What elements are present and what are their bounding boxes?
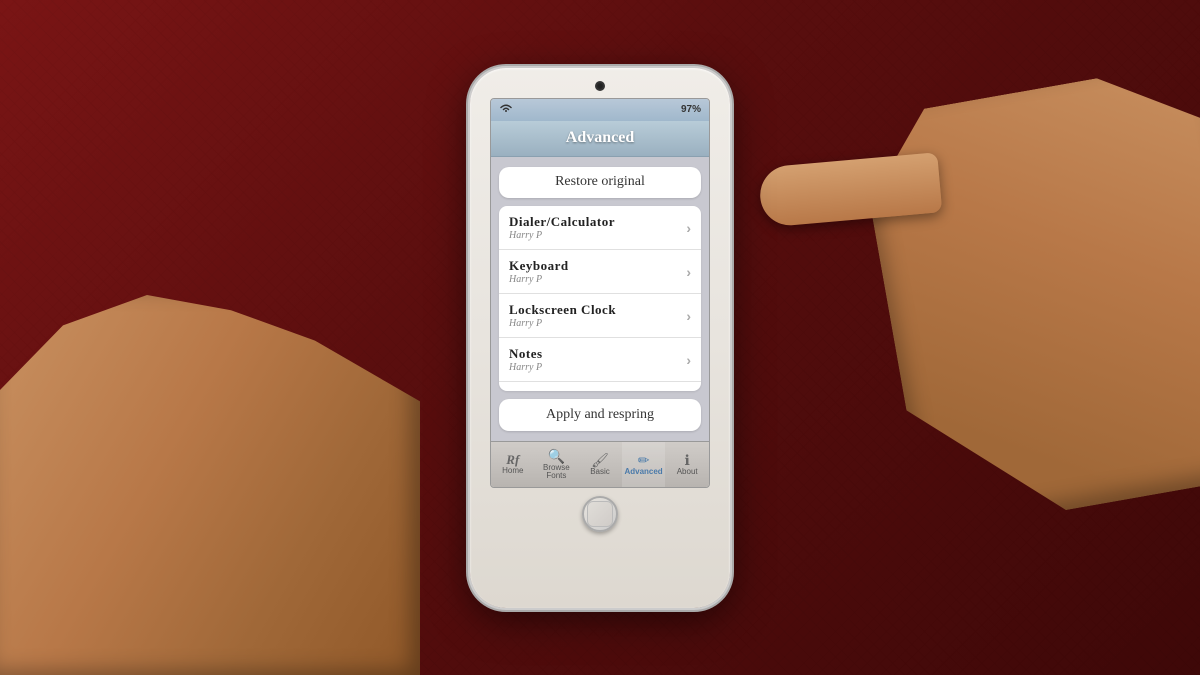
chevron-icon-notes: ›	[686, 352, 691, 368]
home-button[interactable]	[582, 496, 618, 532]
tab-advanced-label: Advanced	[624, 468, 662, 476]
tab-basic-label: Basic	[590, 468, 610, 476]
tab-advanced[interactable]: ✏ Advanced	[622, 442, 666, 487]
list-item-lockscreen-title: Lockscreen Clock	[509, 302, 616, 318]
list-item-lockscreen-content: Lockscreen Clock Harry P	[509, 302, 616, 329]
list-item-dialer[interactable]: Dialer/Calculator Harry P ›	[499, 206, 701, 250]
restore-button-label: Restore original	[555, 174, 645, 190]
list-item-notes[interactable]: Notes Harry P ›	[499, 338, 701, 382]
home-button-inner	[587, 501, 613, 527]
chevron-icon-lockscreen: ›	[686, 308, 691, 324]
list-item-system[interactable]: System Harry P ›	[499, 382, 701, 390]
font-list: Dialer/Calculator Harry P › Keyboard Har…	[499, 206, 701, 390]
chevron-icon-keyboard: ›	[686, 264, 691, 280]
chevron-icon-dialer: ›	[686, 220, 691, 236]
page-title: Advanced	[566, 129, 634, 147]
wifi-icon	[499, 103, 513, 116]
tab-bar: Rf Home 🔍 Browse Fonts 🖌 Basic ✏ Advance…	[491, 441, 709, 487]
list-item-lockscreen-subtitle: Harry P	[509, 318, 616, 329]
list-item-notes-subtitle: Harry P	[509, 362, 543, 373]
tab-home-label: Home	[502, 467, 523, 475]
list-item-dialer-subtitle: Harry P	[509, 230, 615, 241]
tab-basic[interactable]: 🖌 Basic	[578, 442, 622, 487]
tab-advanced-icon: ✏	[638, 453, 650, 467]
list-item-notes-title: Notes	[509, 346, 543, 362]
tab-browse-fonts[interactable]: 🔍 Browse Fonts	[535, 442, 579, 487]
tab-browse-icon: 🔍	[548, 449, 565, 463]
restore-button[interactable]: Restore original	[499, 167, 701, 199]
tab-browse-label: Browse Fonts	[535, 464, 579, 480]
device-screen: 97% Advanced Restore original Dialer/Cal…	[490, 98, 710, 488]
navigation-bar: Advanced	[491, 121, 709, 157]
tab-home-icon: Rf	[506, 453, 519, 466]
tab-basic-icon: 🖌	[591, 453, 609, 467]
list-item-keyboard-subtitle: Harry P	[509, 274, 569, 285]
front-camera	[596, 82, 604, 90]
list-item-keyboard-content: Keyboard Harry P	[509, 258, 569, 285]
content-area: Restore original Dialer/Calculator Harry…	[491, 157, 709, 441]
list-item-keyboard[interactable]: Keyboard Harry P ›	[499, 250, 701, 294]
list-item-lockscreen[interactable]: Lockscreen Clock Harry P ›	[499, 294, 701, 338]
tab-about[interactable]: ℹ About	[665, 442, 709, 487]
tab-about-icon: ℹ	[685, 453, 690, 467]
list-item-dialer-title: Dialer/Calculator	[509, 214, 615, 230]
mobile-device: 97% Advanced Restore original Dialer/Cal…	[470, 68, 730, 608]
list-item-dialer-content: Dialer/Calculator Harry P	[509, 214, 615, 241]
list-item-keyboard-title: Keyboard	[509, 258, 569, 274]
tab-about-label: About	[677, 468, 698, 476]
battery-indicator: 97%	[681, 104, 701, 115]
status-bar: 97%	[491, 99, 709, 121]
apply-button[interactable]: Apply and respring	[499, 399, 701, 431]
tab-home[interactable]: Rf Home	[491, 442, 535, 487]
apply-button-label: Apply and respring	[546, 407, 654, 423]
list-item-notes-content: Notes Harry P	[509, 346, 543, 373]
